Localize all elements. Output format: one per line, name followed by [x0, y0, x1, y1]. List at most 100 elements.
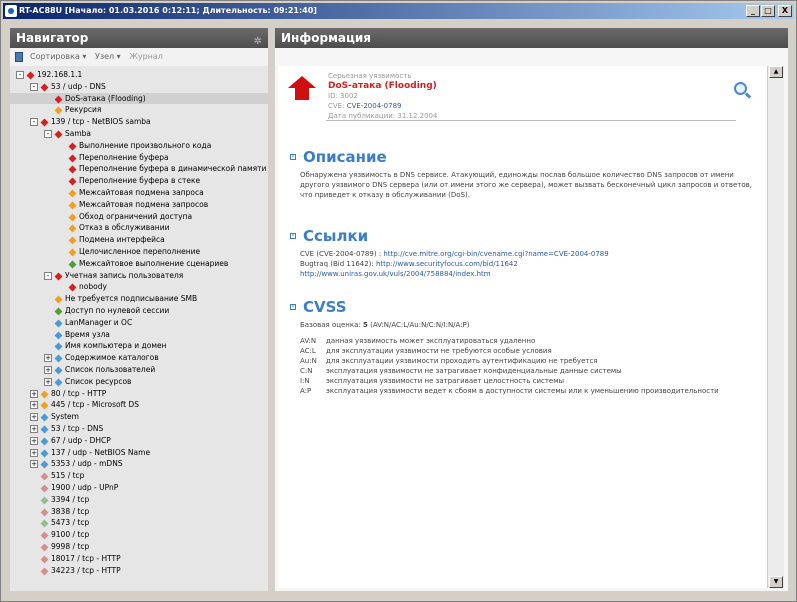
tree-item[interactable]: 5473 / tcp	[10, 517, 268, 529]
tree-item[interactable]: Не требуется подписывание SMB	[10, 293, 268, 305]
tree-item-label: Отказ в обслуживании	[79, 223, 170, 233]
tree-expander-icon[interactable]: -	[16, 71, 24, 79]
collapse-links-icon[interactable]: -	[290, 233, 296, 239]
tree-item[interactable]: - 53 / udp - DNS	[10, 81, 268, 93]
cvss-metric-row: AV:N данная уязвимость может эксплуатиров…	[300, 336, 719, 346]
cve-link[interactable]: CVE-2004-0789	[347, 102, 402, 110]
tree-item[interactable]: Выполнение произвольного кода	[10, 140, 268, 152]
cvss-metric-value: данная уязвимость может эксплуатироватьс…	[326, 337, 536, 345]
tree-item[interactable]: - Samba	[10, 128, 268, 140]
scroll-down-button[interactable]: ▼	[769, 576, 783, 588]
cvss-metric-key: Au:N	[300, 357, 317, 365]
port-icon	[40, 543, 49, 552]
tree-expander-icon[interactable]: +	[44, 354, 52, 363]
collapse-cvss-icon[interactable]: -	[290, 304, 296, 310]
links-heading: - Ссылки	[290, 227, 368, 245]
tree-item[interactable]: + System	[10, 411, 268, 423]
tree-item[interactable]: - 192.168.1.1	[10, 69, 268, 81]
tree-expander-icon[interactable]: -	[44, 130, 52, 138]
cvss-metric-value: эксплуатация уязвимости ведет к сбоям в …	[326, 387, 719, 395]
tree-item[interactable]: +53 / tcp - DNS	[10, 423, 268, 435]
port-icon	[40, 413, 49, 422]
sort-menu[interactable]: Сортировка ▾	[30, 52, 86, 61]
cvss-metric-value: эксплуатация уязвимости не затрагивает ц…	[326, 377, 565, 385]
close-button[interactable]: X	[778, 5, 792, 17]
tree-expander-icon[interactable]: +	[30, 425, 38, 433]
tree-expander-icon[interactable]: +	[30, 448, 38, 457]
tree-item[interactable]: 18017 / tcp - HTTP	[10, 553, 268, 565]
tree-item[interactable]: - 139 / tcp - NetBIOS samba	[10, 116, 268, 128]
tree-item[interactable]: Подмена интерфейса	[10, 234, 268, 246]
tree-item[interactable]: 9100 / tcp	[10, 529, 268, 541]
node-menu[interactable]: Узел ▾	[95, 52, 121, 61]
tree-item[interactable]: Межсайтовая подмена запроса	[10, 187, 268, 199]
tree-item[interactable]: Межсайтовое выполнение сценариев	[10, 258, 268, 270]
vuln-icon	[68, 189, 77, 198]
tree-item[interactable]: 3394 / tcp	[10, 494, 268, 506]
tree-item[interactable]: 1900 / udp - UPnP	[10, 482, 268, 494]
navigator-title: Навигатор	[16, 31, 89, 45]
severity-arrow-stem	[295, 88, 309, 100]
tree-item-label: 139 / tcp - NetBIOS samba	[51, 117, 151, 127]
journal-menu[interactable]: Журнал	[129, 52, 163, 61]
maximize-button[interactable]: □	[761, 5, 775, 17]
tree-expander-icon[interactable]: -	[30, 82, 38, 91]
tree-item[interactable]: + Содержимое каталогов	[10, 352, 268, 364]
tree-item[interactable]: Доступ по нулевой сессии	[10, 305, 268, 317]
tree-item-label: nobody	[79, 282, 107, 292]
tree-item[interactable]: + Список ресурсов	[10, 376, 268, 388]
tree-expander-icon[interactable]: +	[44, 366, 52, 374]
tree-item[interactable]: Переполнение буфера	[10, 152, 268, 164]
tree-item[interactable]: Межсайтовая подмена запросов	[10, 199, 268, 211]
tree-item[interactable]: 34223 / tcp - HTTP	[10, 565, 268, 577]
scroll-up-button[interactable]: ▲	[769, 66, 783, 78]
tree-item[interactable]: Обход ограничений доступа	[10, 211, 268, 223]
tree-item[interactable]: LanManager и ОС	[10, 317, 268, 329]
tree-item[interactable]: 515 / tcp	[10, 470, 268, 482]
link-3[interactable]: http://www.uniras.gov.uk/vuls/2004/75888…	[300, 270, 491, 278]
port-icon	[40, 460, 49, 469]
tree-item-label: 1900 / udp - UPnP	[51, 483, 119, 492]
tree-item[interactable]: +137 / udp - NetBIOS Name	[10, 447, 268, 459]
tree-expander-icon[interactable]: -	[30, 118, 38, 127]
tree-item[interactable]: Время узла	[10, 329, 268, 341]
tree-item[interactable]: nobody	[10, 281, 268, 293]
tree-item[interactable]: +5353 / udp - mDNS	[10, 458, 268, 470]
minimize-button[interactable]: _	[746, 5, 760, 17]
tree-item[interactable]: Переполнение буфера в стеке	[10, 175, 268, 187]
tree-item[interactable]: DoS-атака (Flooding)	[10, 92, 268, 105]
service-icon	[54, 130, 63, 139]
tree-item-label: Не требуется подписывание SMB	[65, 294, 198, 304]
collapse-description-icon[interactable]: -	[290, 154, 296, 160]
tree-item[interactable]: Переполнение буфера в динамической памят…	[10, 163, 268, 175]
tree-expander-icon[interactable]: +	[30, 401, 38, 410]
info-icon	[54, 319, 63, 328]
tree-item[interactable]: Целочисленное переполнение	[10, 246, 268, 258]
tree-item[interactable]: +80 / tcp - HTTP	[10, 388, 268, 400]
port-icon	[40, 508, 49, 517]
link-2[interactable]: http://www.securityfocus.com/bid/11642	[376, 260, 518, 268]
tree-expander-icon[interactable]: +	[30, 413, 38, 422]
tree-expander-icon[interactable]: +	[44, 377, 52, 386]
tree-item[interactable]: +67 / udp - DHCP	[10, 435, 268, 447]
port-icon	[40, 118, 49, 127]
tree-item[interactable]: Рекурсия	[10, 104, 268, 116]
link-1[interactable]: http://cve.mitre.org/cgi-bin/cvename.cgi…	[383, 250, 608, 258]
port-icon	[40, 484, 49, 493]
tree-expander-icon[interactable]: -	[44, 271, 52, 280]
tree-item[interactable]: + Список пользователей	[10, 364, 268, 376]
tree-item[interactable]: 9998 / tcp	[10, 541, 268, 553]
tree-item-label: Время узла	[65, 329, 110, 339]
tree-item-label: 34223 / tcp - HTTP	[51, 565, 121, 575]
tree-expander-icon[interactable]: +	[30, 460, 38, 469]
tree-item[interactable]: 3838 / tcp	[10, 506, 268, 518]
tree-item[interactable]: Отказ в обслуживании	[10, 222, 268, 234]
tree-expander-icon[interactable]: +	[30, 389, 38, 398]
tree-expander-icon[interactable]: +	[30, 436, 38, 445]
info-title: Информация	[281, 31, 371, 45]
tree-item[interactable]: Имя компьютера и домен	[10, 340, 268, 352]
tree-item[interactable]: +445 / tcp - Microsoft DS	[10, 399, 268, 411]
tree-item[interactable]: - Учетная запись пользователя	[10, 270, 268, 282]
vertical-scrollbar[interactable]: ▲ ▼	[767, 66, 784, 588]
tree-item-label: Переполнение буфера в динамической памят…	[79, 164, 267, 174]
